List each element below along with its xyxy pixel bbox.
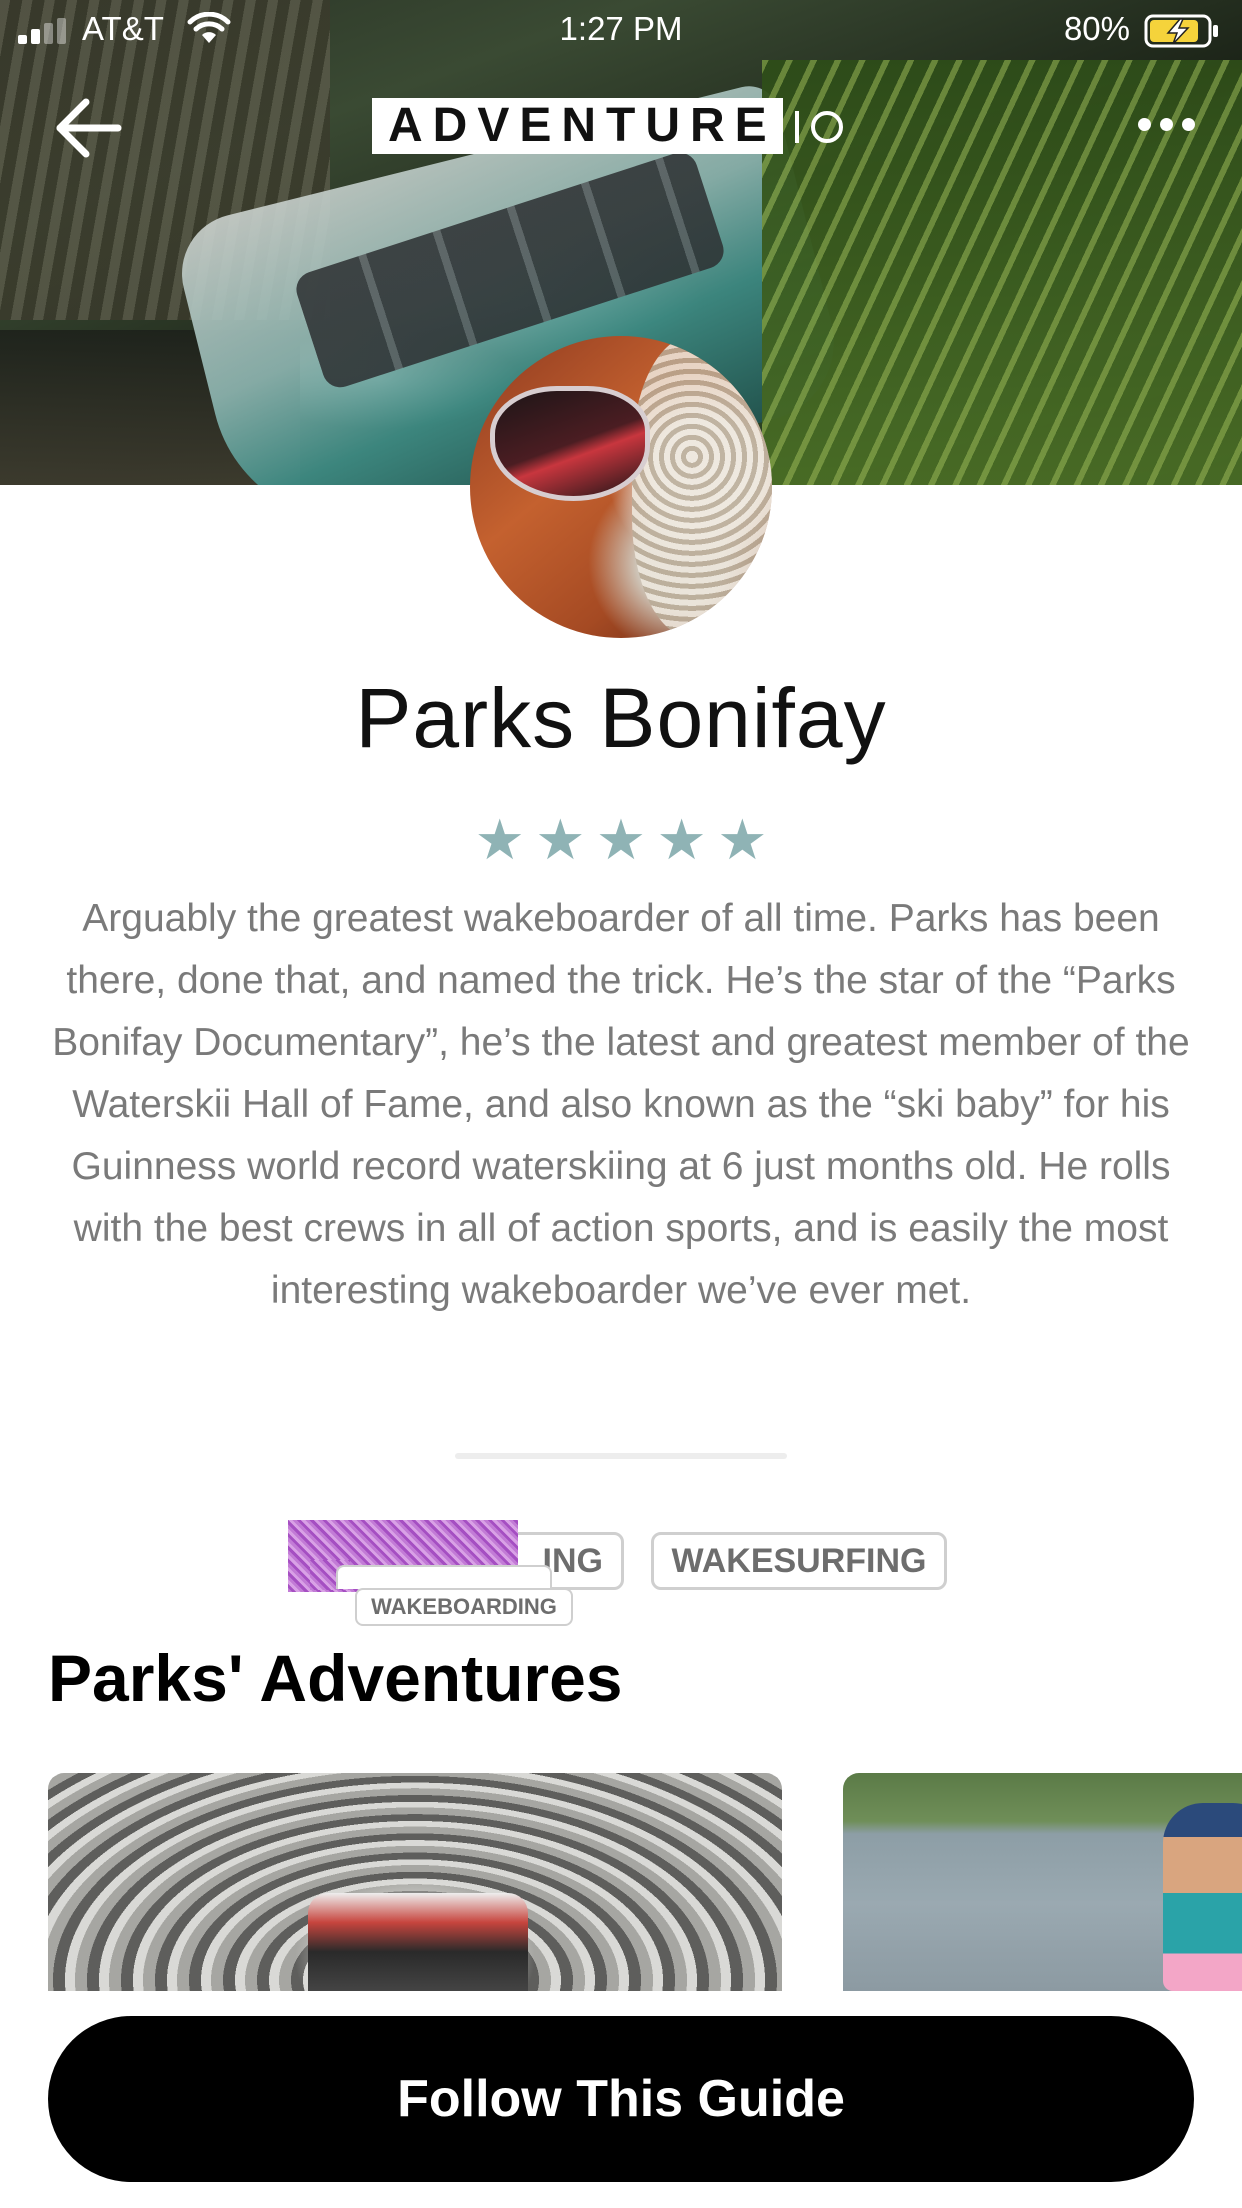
section-title: Parks' Adventures (48, 1641, 623, 1715)
logo-text: ADVENTURE (372, 98, 783, 154)
star-icon: ★ (535, 808, 586, 871)
more-options-icon[interactable] (1132, 104, 1202, 144)
tag-wakeboarding-overlay[interactable]: WAKEBOARDING (355, 1588, 573, 1626)
brand-logo: ADVENTURE (372, 98, 847, 154)
battery-percent: 80% (1063, 10, 1130, 47)
logo-mark-icon (794, 111, 843, 143)
clock: 1:27 PM (559, 10, 683, 47)
star-rating: ★ ★ ★ ★ ★ (0, 808, 1242, 872)
tag-ghost-outline (336, 1565, 552, 1589)
star-icon: ★ (474, 808, 525, 871)
follow-guide-button[interactable]: Follow This Guide (48, 2016, 1194, 2182)
star-icon: ★ (656, 808, 707, 871)
adventure-card[interactable] (843, 1773, 1242, 1991)
avatar (470, 336, 772, 638)
profile-bio: Arguably the greatest wakeboarder of all… (52, 897, 1190, 1312)
back-arrow-icon[interactable] (52, 92, 124, 164)
divider (455, 1453, 787, 1459)
star-icon: ★ (595, 808, 647, 871)
card-image-boat (308, 1893, 528, 1991)
star-icon: ★ (717, 808, 768, 871)
status-bar: AT&T 1:27 PM 80% (0, 0, 1242, 60)
adventure-card[interactable] (48, 1773, 782, 1991)
battery-charging-icon (1144, 14, 1218, 48)
tag-wakesurfing[interactable]: WAKESURFING (651, 1532, 947, 1590)
card-image-person (1163, 1803, 1242, 1991)
profile-name: Parks Bonifay (355, 671, 887, 765)
